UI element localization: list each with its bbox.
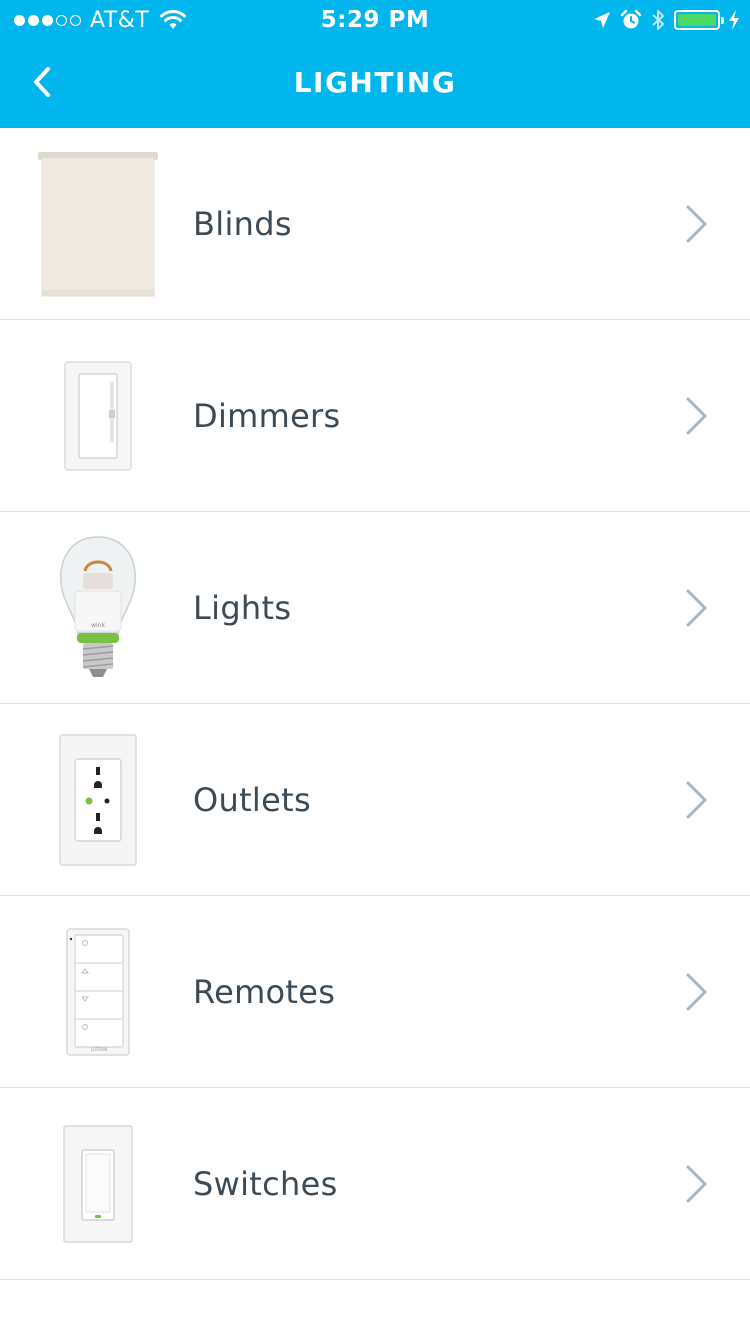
status-bar: AT&T 5:29 PM <box>0 0 750 40</box>
dimmer-image <box>24 336 172 496</box>
list-item-label: Lights <box>193 589 292 627</box>
list-item-switches[interactable]: Switches <box>0 1088 750 1280</box>
navigation-bar: LIGHTING <box>0 40 750 128</box>
list-item-blinds[interactable]: Blinds <box>0 128 750 320</box>
list-item-lights[interactable]: wink Lights <box>0 512 750 704</box>
alarm-clock-icon <box>620 9 642 29</box>
chevron-right-icon <box>686 589 707 627</box>
remote-image: LUTRON <box>24 912 172 1072</box>
svg-text:wink: wink <box>91 622 105 629</box>
chevron-right-icon <box>686 1165 707 1203</box>
list-item-label: Outlets <box>193 781 311 819</box>
list-item-dimmers[interactable]: Dimmers <box>0 320 750 512</box>
category-list: Blinds Dimmers wink Lights Outlets LUTRO… <box>0 128 750 1280</box>
list-item-remotes[interactable]: LUTRON Remotes <box>0 896 750 1088</box>
list-item-label: Switches <box>193 1165 338 1203</box>
chevron-right-icon <box>686 205 707 243</box>
chevron-right-icon <box>686 397 707 435</box>
svg-text:LUTRON: LUTRON <box>91 1047 107 1052</box>
location-arrow-icon <box>594 12 610 28</box>
light-bulb-image: wink <box>24 528 172 688</box>
chevron-right-icon <box>686 781 707 819</box>
blinds-image <box>24 144 172 304</box>
page-title: LIGHTING <box>293 66 457 99</box>
header: AT&T 5:29 PM LIGHTING <box>0 0 750 128</box>
battery-icon <box>674 10 724 30</box>
list-item-label: Dimmers <box>193 397 341 435</box>
charging-bolt-icon <box>729 10 739 30</box>
chevron-right-icon <box>686 973 707 1011</box>
switch-image <box>24 1104 172 1264</box>
status-right <box>584 8 740 32</box>
bluetooth-icon <box>652 10 664 30</box>
list-item-label: Blinds <box>193 205 292 243</box>
list-item-label: Remotes <box>193 973 336 1011</box>
list-item-outlets[interactable]: Outlets <box>0 704 750 896</box>
outlet-image <box>24 720 172 880</box>
